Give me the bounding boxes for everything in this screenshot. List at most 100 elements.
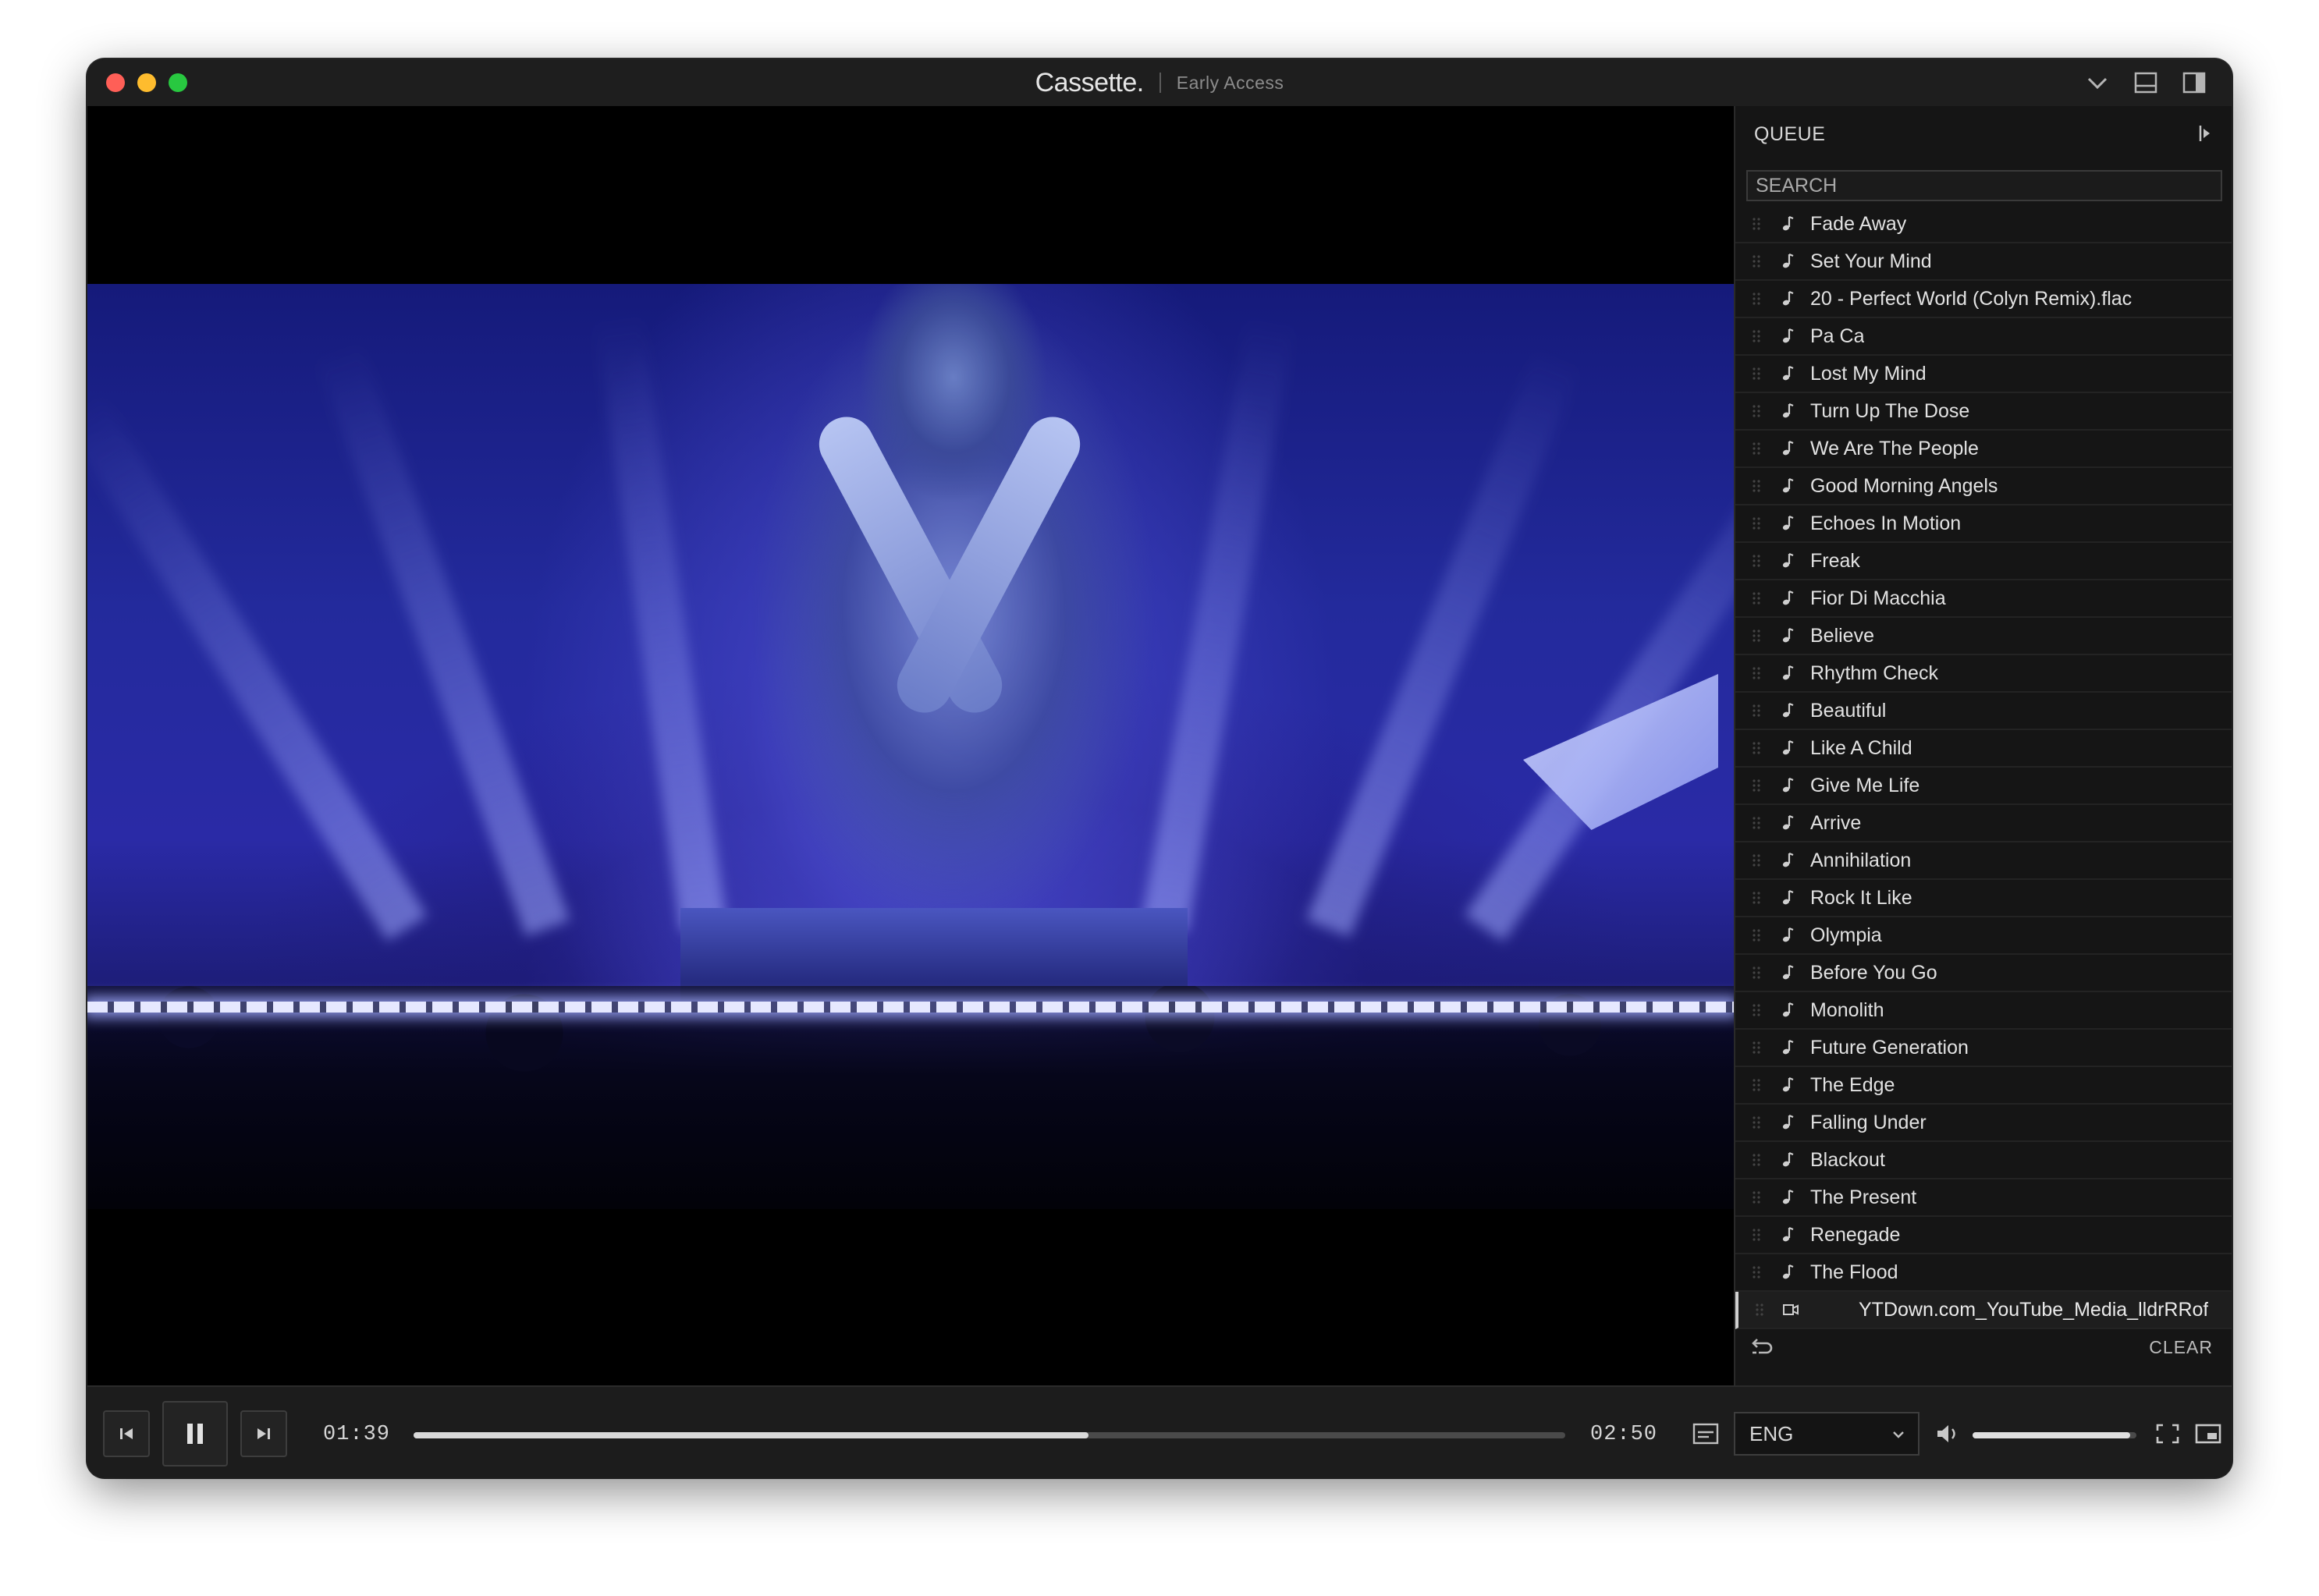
queue-item[interactable]: The Flood <box>1735 1254 2232 1292</box>
queue-item[interactable]: Pa Ca <box>1735 318 2232 356</box>
previous-track-button[interactable] <box>103 1410 150 1457</box>
volume-slider-fill <box>1973 1432 2130 1438</box>
drag-handle-icon[interactable] <box>1751 890 1762 906</box>
queue-item-label: Lost My Mind <box>1810 362 1927 385</box>
drag-handle-icon[interactable] <box>1751 216 1762 232</box>
drag-handle-icon[interactable] <box>1751 628 1762 644</box>
queue-item[interactable]: Arrive <box>1735 805 2232 842</box>
music-note-icon <box>1782 964 1794 980</box>
queue-item[interactable]: Falling Under <box>1735 1105 2232 1142</box>
queue-item[interactable]: Rhythm Check <box>1735 655 2232 693</box>
seek-bar[interactable] <box>414 1432 1565 1438</box>
queue-item[interactable]: Renegade <box>1735 1217 2232 1254</box>
queue-item-label: Beautiful <box>1810 699 1887 722</box>
music-note-icon <box>1782 1114 1794 1130</box>
queue-item[interactable]: Freak <box>1735 543 2232 580</box>
queue-item[interactable]: Fior Di Macchia <box>1735 580 2232 618</box>
drag-handle-icon[interactable] <box>1751 1077 1762 1093</box>
queue-item[interactable]: The Present <box>1735 1179 2232 1217</box>
drag-handle-icon[interactable] <box>1751 1264 1762 1280</box>
queue-list: Fade Away Set Your Mind 20 - Perfect World… <box>1735 206 2232 1329</box>
queue-item[interactable]: Beautiful <box>1735 693 2232 730</box>
queue-item-label: Falling Under <box>1810 1111 1927 1133</box>
video-viewport[interactable] <box>87 106 1734 1385</box>
drag-handle-icon[interactable] <box>1751 553 1762 569</box>
queue-item-label: Fade Away <box>1810 212 1907 235</box>
drag-handle-icon[interactable] <box>1751 478 1762 494</box>
music-note-icon <box>1782 215 1794 231</box>
drag-handle-icon[interactable] <box>1751 1227 1762 1243</box>
queue-item[interactable]: Blackout <box>1735 1142 2232 1179</box>
queue-item[interactable]: Annihilation <box>1735 842 2232 880</box>
subtitles-icon[interactable] <box>1692 1421 1720 1446</box>
queue-item-label: Annihilation <box>1810 849 1912 871</box>
chevron-down-icon[interactable] <box>2083 69 2111 97</box>
queue-item-label: 20 - Perfect World (Colyn Remix).flac <box>1810 287 2133 310</box>
drag-handle-icon[interactable] <box>1751 965 1762 981</box>
queue-item[interactable]: Like A Child <box>1735 730 2232 768</box>
drag-handle-icon[interactable] <box>1751 328 1762 344</box>
queue-item[interactable]: Believe <box>1735 618 2232 655</box>
repeat-link-icon[interactable] <box>1749 1335 1776 1359</box>
queue-item[interactable]: The Edge <box>1735 1067 2232 1105</box>
queue-item-label: Echoes In Motion <box>1810 512 1962 534</box>
queue-item[interactable]: Fade Away <box>1735 206 2232 243</box>
queue-item[interactable]: Good Morning Angels <box>1735 468 2232 505</box>
volume-slider[interactable] <box>1973 1432 2136 1438</box>
queue-item-label: Monolith <box>1810 998 1884 1021</box>
drag-handle-icon[interactable] <box>1751 516 1762 531</box>
drag-handle-icon[interactable] <box>1751 1190 1762 1205</box>
drag-handle-icon[interactable] <box>1751 740 1762 756</box>
queue-item[interactable]: Before You Go <box>1735 955 2232 992</box>
picture-in-picture-icon[interactable] <box>2194 1421 2222 1446</box>
fullscreen-icon[interactable] <box>2154 1421 2182 1446</box>
queue-item[interactable]: Give Me Life <box>1735 768 2232 805</box>
drag-handle-icon[interactable] <box>1751 403 1762 419</box>
queue-item[interactable]: Set Your Mind <box>1735 243 2232 281</box>
queue-item[interactable]: Rock It Like <box>1735 880 2232 917</box>
drag-handle-icon[interactable] <box>1751 778 1762 793</box>
app-window: Cassette. Early Access QUEUE SEARCH Fade… <box>87 59 2232 1477</box>
drag-handle-icon[interactable] <box>1751 441 1762 456</box>
drag-handle-icon[interactable] <box>1751 254 1762 269</box>
drag-handle-icon[interactable] <box>1751 927 1762 943</box>
duration: 02:50 <box>1590 1423 1658 1446</box>
queue-item[interactable]: Future Generation <box>1735 1030 2232 1067</box>
drag-handle-icon[interactable] <box>1751 291 1762 307</box>
current-time: 01:39 <box>323 1423 391 1446</box>
player-controls: 01:39 02:50 ENG <box>87 1385 2232 1477</box>
play-pause-button[interactable] <box>162 1401 228 1467</box>
drag-handle-icon[interactable] <box>1751 366 1762 381</box>
bottom-panel-icon[interactable] <box>2132 69 2160 97</box>
queue-item-label: Give Me Life <box>1810 774 1920 796</box>
queue-item-label: We Are The People <box>1810 437 1979 459</box>
queue-item[interactable]: Lost My Mind <box>1735 356 2232 393</box>
queue-search-input[interactable] <box>1746 170 2222 201</box>
drag-handle-icon[interactable] <box>1754 1302 1765 1318</box>
collapse-sidebar-icon[interactable] <box>2194 122 2218 145</box>
music-note-icon <box>1782 365 1794 381</box>
volume-icon[interactable] <box>1934 1421 1962 1446</box>
drag-handle-icon[interactable] <box>1751 1040 1762 1055</box>
queue-item-label: Pa Ca <box>1810 325 1865 347</box>
music-note-icon <box>1782 665 1794 680</box>
queue-item[interactable]: Turn Up The Dose <box>1735 393 2232 431</box>
queue-item[interactable]: 20 - Perfect World (Colyn Remix).flac <box>1735 281 2232 318</box>
clear-queue-button[interactable]: CLEAR <box>2149 1337 2213 1358</box>
queue-item[interactable]: We Are The People <box>1735 431 2232 468</box>
drag-handle-icon[interactable] <box>1751 1002 1762 1018</box>
queue-item[interactable]: Echoes In Motion <box>1735 505 2232 543</box>
drag-handle-icon[interactable] <box>1751 1152 1762 1168</box>
queue-item[interactable]: Monolith <box>1735 992 2232 1030</box>
drag-handle-icon[interactable] <box>1751 591 1762 606</box>
queue-item-label: Future Generation <box>1810 1036 1969 1059</box>
drag-handle-icon[interactable] <box>1751 665 1762 681</box>
drag-handle-icon[interactable] <box>1751 815 1762 831</box>
drag-handle-icon[interactable] <box>1751 1115 1762 1130</box>
drag-handle-icon[interactable] <box>1751 853 1762 868</box>
sidebar-right-icon[interactable] <box>2180 69 2208 97</box>
audio-language-select[interactable]: ENG <box>1734 1412 1919 1456</box>
drag-handle-icon[interactable] <box>1751 703 1762 718</box>
next-track-button[interactable] <box>240 1410 287 1457</box>
queue-item[interactable]: Olympia <box>1735 917 2232 955</box>
